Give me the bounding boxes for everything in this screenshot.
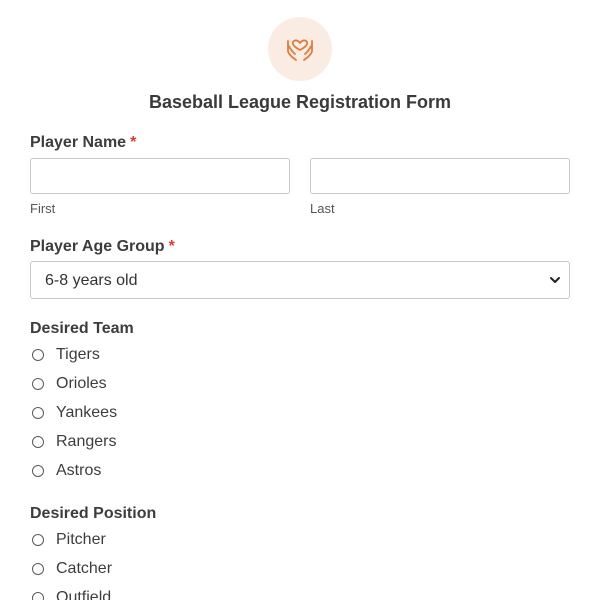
team-option-astros[interactable]: Astros [32,459,101,483]
radio-button[interactable] [32,349,44,361]
player-name-label: Player Name * [30,134,136,152]
required-mark: * [168,238,175,255]
team-option-label: Yankees [56,404,118,421]
registration-form-page: Baseball League Registration Form Player… [0,0,600,600]
team-option-yankees[interactable]: Yankees [32,401,117,425]
position-option-pitcher[interactable]: Pitcher [32,528,106,552]
age-group-select[interactable]: 6-8 years old [30,261,570,299]
position-option-label: Pitcher [56,531,106,548]
first-name-sublabel: First [30,201,56,216]
radio-button[interactable] [32,592,44,600]
form-logo [268,17,332,81]
hands-heart-icon [280,27,320,72]
chevron-down-icon [547,271,563,294]
team-option-label: Orioles [56,375,107,392]
required-mark: * [130,134,137,151]
player-name-label-text: Player Name [30,134,127,151]
team-option-tigers[interactable]: Tigers [32,343,100,367]
radio-button[interactable] [32,436,44,448]
team-option-label: Astros [56,462,102,479]
position-option-label: Outfield [56,589,112,600]
position-option-catcher[interactable]: Catcher [32,557,112,581]
team-option-rangers[interactable]: Rangers [32,430,116,454]
last-name-input[interactable] [310,158,570,194]
position-option-outfield[interactable]: Outfield [32,586,111,600]
desired-position-label: Desired Position [30,505,157,522]
radio-button[interactable] [32,378,44,390]
position-option-label: Catcher [56,560,113,577]
radio-button[interactable] [32,407,44,419]
radio-button[interactable] [32,465,44,477]
team-option-label: Tigers [56,346,100,363]
age-group-label: Player Age Group * [30,238,175,256]
first-name-input[interactable] [30,158,290,194]
form-title: Baseball League Registration Form [148,92,452,112]
team-option-label: Rangers [56,433,117,450]
desired-team-label: Desired Team [30,320,134,337]
team-option-orioles[interactable]: Orioles [32,372,107,396]
age-group-selected-value: 6-8 years old [45,272,138,289]
last-name-sublabel: Last [310,201,335,216]
age-group-label-text: Player Age Group [30,238,165,255]
radio-button[interactable] [32,534,44,546]
radio-button[interactable] [32,563,44,575]
